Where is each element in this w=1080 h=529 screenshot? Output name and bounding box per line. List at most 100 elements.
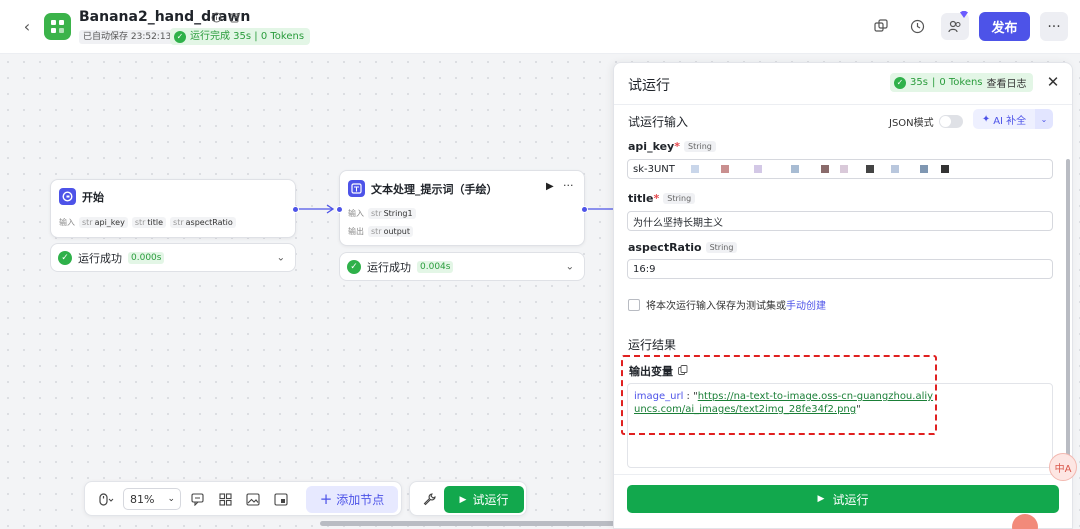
output-box: image_url : "https://na-text-to-image.os… xyxy=(627,383,1053,468)
collaborators-button[interactable] xyxy=(941,11,969,40)
history-icon[interactable] xyxy=(906,15,928,37)
divider xyxy=(614,104,1072,105)
input-chip-api-key: str api_key xyxy=(79,217,128,228)
comment-icon[interactable] xyxy=(187,489,207,510)
type-chip: String xyxy=(683,141,716,152)
play-icon: ▶ xyxy=(817,494,825,504)
info-icon[interactable] xyxy=(210,11,223,24)
save-testset-text: 将本次运行输入保存为测试集或手动创建 xyxy=(646,301,826,312)
ai-fill-dropdown[interactable]: ⌄ xyxy=(1035,109,1053,129)
run-status-badge: ✓ 运行完成 35s | 0 Tokens xyxy=(170,28,311,45)
edit-icon[interactable] xyxy=(229,11,242,24)
output-label: 输出 xyxy=(348,227,364,236)
result-section-title: 运行结果 xyxy=(628,338,677,352)
publish-button[interactable]: 发布 xyxy=(979,12,1030,41)
mouse-mode-button[interactable] xyxy=(93,489,119,510)
text-process-icon xyxy=(348,180,365,197)
title-field[interactable]: 为什么坚持长期主义 xyxy=(627,211,1053,231)
more-options-button[interactable]: ··· xyxy=(1040,12,1068,41)
status-time: 35s xyxy=(910,77,928,88)
status-tokens: 0 Tokens xyxy=(939,77,983,88)
field-label-title: title * String xyxy=(628,192,696,205)
test-run-button[interactable]: ▶ 试运行 xyxy=(627,485,1059,513)
field-label-aspect-ratio: aspectRatio String xyxy=(628,241,738,254)
output-chip: str output xyxy=(368,226,413,237)
autosave-label: 已自动保存 23:52:13 xyxy=(79,30,176,44)
success-check-icon: ✓ xyxy=(58,250,72,265)
users-icon xyxy=(948,20,961,33)
input-chip-aspect-ratio: str aspectRatio xyxy=(170,217,236,228)
zoom-value: 81% xyxy=(130,492,155,506)
chevron-down-icon[interactable]: ⌄ xyxy=(566,261,574,272)
manual-create-link[interactable]: 手动创建 xyxy=(786,301,826,312)
run-toolbar: ▶ 试运行 xyxy=(409,481,527,516)
vertical-scrollbar[interactable] xyxy=(1066,159,1070,471)
json-mode-label: JSON模式 xyxy=(889,118,934,129)
sparkle-icon: ✦ xyxy=(981,113,991,125)
output-port[interactable] xyxy=(292,206,299,213)
top-header: ‹ Banana2_hand_drawn 已自动保存 23:52:13 ✓ 运行… xyxy=(0,0,1080,54)
close-icon[interactable]: ✕ xyxy=(1045,73,1061,91)
text-process-node[interactable]: 文本处理_提示词（手绘） ▶ ··· 输入 str String1 输出 str o… xyxy=(336,170,588,246)
panel-title: 试运行 xyxy=(628,78,670,94)
translate-assistant-icon[interactable]: 中A xyxy=(1049,453,1077,481)
view-logs-link[interactable]: 查看日志 xyxy=(987,75,1027,90)
start-node[interactable]: 开始 输入 str api_key str title str aspectRatio xyxy=(50,179,299,238)
premium-gem-icon xyxy=(960,11,968,18)
text-node-status[interactable]: ✓ 运行成功 0.004s ⌄ xyxy=(339,252,585,281)
image-icon[interactable] xyxy=(243,489,263,510)
ai-fill-label: AI 补全 xyxy=(993,115,1027,127)
ai-fill-button[interactable]: ✦ AI 补全 xyxy=(973,109,1035,129)
test-run-button-canvas[interactable]: ▶ 试运行 xyxy=(444,486,524,513)
divider xyxy=(614,474,1072,475)
success-check-icon: ✓ xyxy=(347,259,361,274)
start-node-status[interactable]: ✓ 运行成功 0.000s ⌄ xyxy=(50,243,296,272)
mouse-icon xyxy=(99,492,114,506)
field-label-api-key: api_key * String xyxy=(628,140,716,153)
title-value: 为什么坚持长期主义 xyxy=(633,217,723,229)
output-key: image_url xyxy=(634,391,684,402)
api-key-field[interactable]: sk-3UNT xyxy=(627,159,1053,179)
json-mode-toggle[interactable] xyxy=(938,115,963,128)
chevron-down-icon[interactable]: ⌄ xyxy=(277,252,285,263)
test-run-label: 试运行 xyxy=(832,492,869,507)
plus-icon: + xyxy=(319,490,333,508)
type-chip: String xyxy=(705,242,738,253)
add-node-button[interactable]: + 添加节点 xyxy=(306,486,398,513)
test-run-panel: 试运行 ✓ 35s | 0 Tokens 查看日志 ✕ 试运行输入 JSON模式… xyxy=(613,62,1073,529)
api-key-value: sk-3UNT xyxy=(633,163,675,175)
canvas-toolbar: 81% ⌄ + 添加节点 xyxy=(84,481,402,516)
node-more-icon[interactable]: ··· xyxy=(563,179,574,192)
output-json: image_url : "https://na-text-to-image.os… xyxy=(634,391,934,415)
add-node-label: 添加节点 xyxy=(336,493,385,507)
json-mode-control[interactable]: JSON模式 xyxy=(889,114,963,129)
wrench-icon[interactable] xyxy=(420,490,438,508)
check-circle-icon: ✓ xyxy=(894,76,906,89)
layout-grid-icon[interactable] xyxy=(215,489,235,510)
input-chip-title: str title xyxy=(131,217,167,228)
check-circle-icon: ✓ xyxy=(174,30,186,43)
minimap-icon[interactable] xyxy=(271,489,291,510)
status-label: 运行成功 xyxy=(367,260,411,274)
play-icon[interactable]: ▶ xyxy=(546,181,554,192)
panel-run-status: ✓ 35s | 0 Tokens 查看日志 xyxy=(890,73,1033,92)
output-port[interactable] xyxy=(581,206,588,213)
input-section-title: 试运行输入 xyxy=(628,115,689,129)
input-chip-string1: str String1 xyxy=(368,208,416,219)
play-icon: ▶ xyxy=(459,494,467,505)
copy-icon[interactable] xyxy=(678,364,688,378)
type-chip: String xyxy=(663,193,696,204)
back-arrow-icon[interactable]: ‹ xyxy=(18,16,36,36)
text-node-title: 文本处理_提示词（手绘） xyxy=(371,182,498,196)
save-testset-checkbox[interactable] xyxy=(628,298,640,311)
input-label: 输入 xyxy=(59,218,75,227)
zoom-select[interactable]: 81% ⌄ xyxy=(123,488,181,510)
start-node-title: 开始 xyxy=(82,190,104,204)
copy-workflow-icon[interactable] xyxy=(870,15,892,37)
aspect-ratio-field[interactable]: 16:9 xyxy=(627,259,1053,279)
aspect-ratio-value: 16:9 xyxy=(633,263,656,275)
status-time: 0.004s xyxy=(417,260,454,273)
save-as-testset-row: 将本次运行输入保存为测试集或手动创建 xyxy=(628,297,826,312)
run-status-text: 运行完成 35s | 0 Tokens xyxy=(190,31,305,42)
input-port[interactable] xyxy=(336,206,343,213)
